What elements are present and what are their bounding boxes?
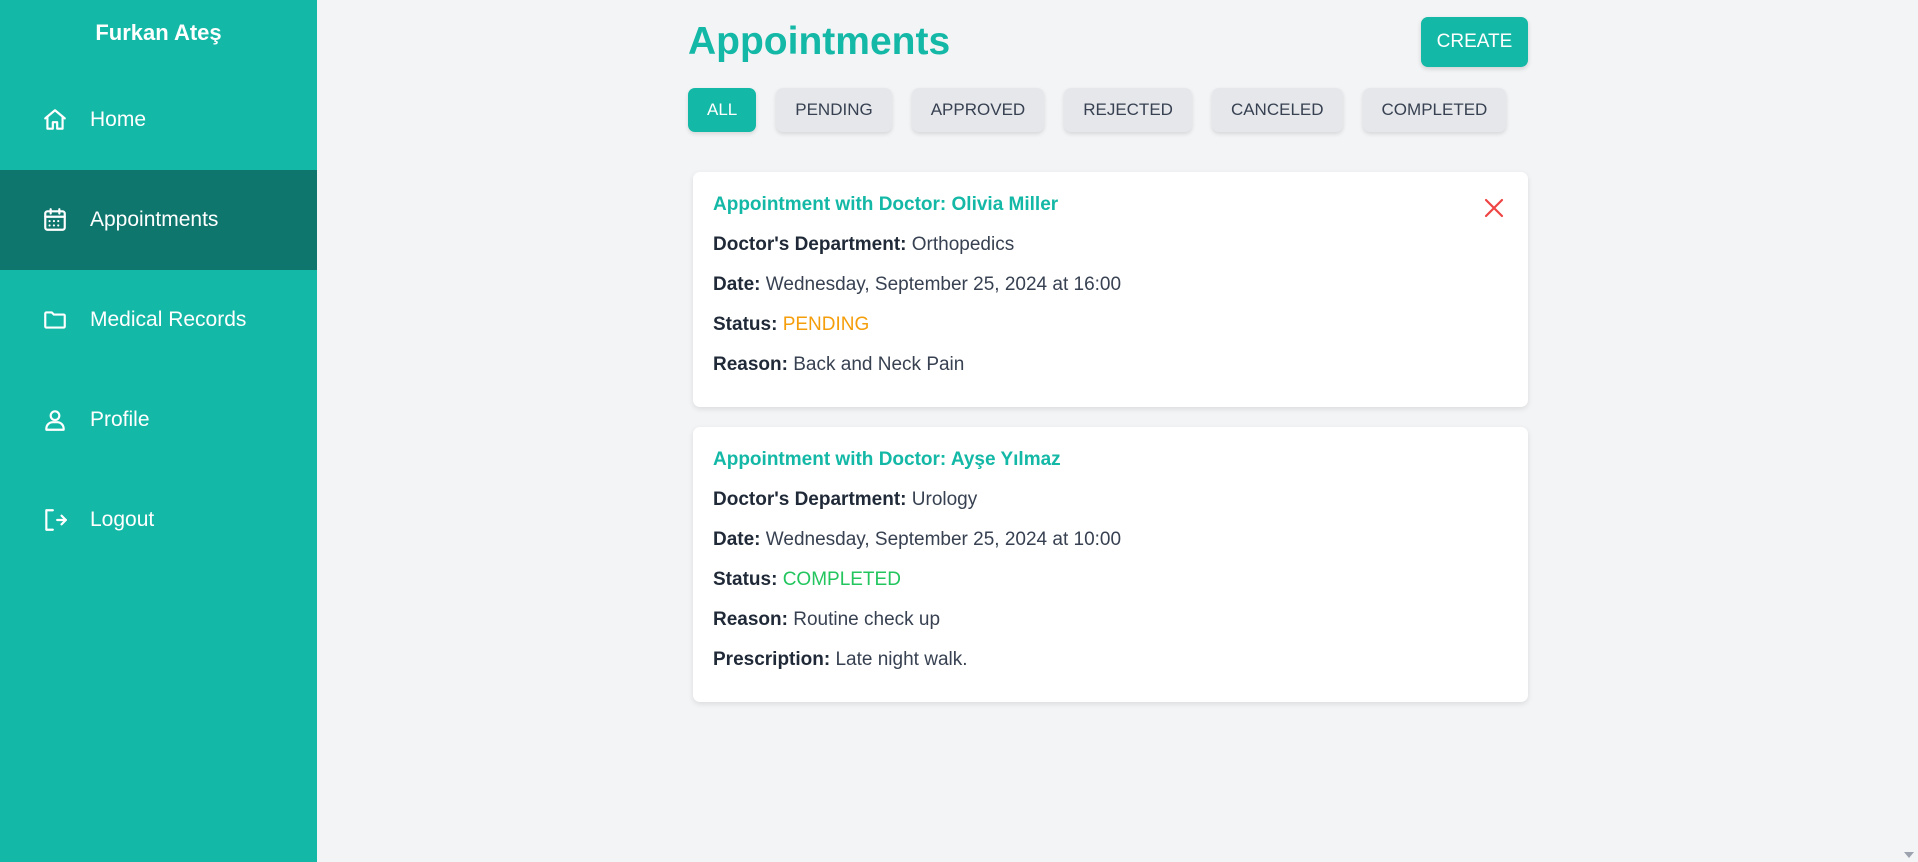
department-row: Doctor's Department: Urology	[713, 488, 1508, 511]
folder-icon	[42, 307, 68, 333]
department-label: Doctor's Department:	[713, 234, 907, 255]
appointment-title: Appointment with Doctor: Olivia Miller	[713, 194, 1059, 215]
status-label: Status:	[713, 314, 778, 335]
main-content: Appointments CREATE ALL PENDING APPROVED…	[688, 0, 1528, 722]
date-label: Date:	[713, 274, 761, 295]
user-name: Furkan Ateş	[95, 20, 222, 45]
appointment-card: Appointment with Doctor: Olivia Miller D…	[693, 172, 1528, 407]
prescription-row: Prescription: Late night walk.	[713, 648, 1508, 671]
appointment-list: Appointment with Doctor: Olivia Miller D…	[688, 172, 1528, 702]
status-badge: PENDING	[782, 314, 870, 335]
sidebar-item-medical-records[interactable]: Medical Records	[0, 270, 317, 370]
sidebar-item-label: Home	[90, 108, 147, 131]
status-row: Status: COMPLETED	[713, 568, 1508, 591]
logout-icon	[42, 507, 68, 533]
status-row: Status: PENDING	[713, 313, 1508, 336]
appointment-title: Appointment with Doctor: Ayşe Yılmaz	[713, 449, 1061, 470]
department-row: Doctor's Department: Orthopedics	[713, 233, 1508, 256]
reason-value: Routine check up	[793, 609, 941, 630]
reason-row: Reason: Routine check up	[713, 608, 1508, 631]
close-icon	[1484, 198, 1504, 218]
filter-approved[interactable]: APPROVED	[911, 88, 1045, 132]
cancel-appointment-button[interactable]	[1482, 196, 1506, 220]
status-label: Status:	[713, 569, 778, 590]
reason-value: Back and Neck Pain	[793, 354, 965, 375]
filter-rejected[interactable]: REJECTED	[1064, 88, 1192, 132]
sidebar-item-logout[interactable]: Logout	[0, 470, 317, 570]
home-icon	[42, 107, 68, 133]
prescription-value: Late night walk.	[835, 649, 968, 670]
filter-canceled[interactable]: CANCELED	[1211, 88, 1343, 132]
date-value: Wednesday, September 25, 2024 at 16:00	[765, 274, 1122, 295]
date-row: Date: Wednesday, September 25, 2024 at 1…	[713, 528, 1508, 551]
page-title: Appointments	[688, 20, 951, 63]
calendar-icon	[42, 207, 68, 233]
date-label: Date:	[713, 529, 761, 550]
sidebar-item-home[interactable]: Home	[0, 70, 317, 170]
department-label: Doctor's Department:	[713, 489, 907, 510]
user-icon	[42, 407, 68, 433]
sidebar-item-appointments[interactable]: Appointments	[0, 170, 317, 270]
sidebar-item-label: Appointments	[90, 208, 219, 231]
appointment-card: Appointment with Doctor: Ayşe Yılmaz Doc…	[693, 427, 1528, 702]
filter-all[interactable]: ALL	[688, 88, 757, 132]
reason-label: Reason:	[713, 609, 788, 630]
sidebar-item-label: Profile	[90, 408, 150, 431]
page-header: Appointments CREATE	[688, 0, 1528, 88]
department-value: Urology	[911, 489, 978, 510]
sidebar-item-label: Logout	[90, 508, 155, 531]
status-filter-bar: ALL PENDING APPROVED REJECTED CANCELED C…	[688, 88, 1528, 132]
sidebar: Furkan Ateş Home Appointments Medical Re…	[0, 0, 317, 862]
scroll-down-arrow-icon[interactable]	[1904, 852, 1914, 858]
filter-pending[interactable]: PENDING	[776, 88, 892, 132]
filter-completed[interactable]: COMPLETED	[1362, 88, 1507, 132]
reason-row: Reason: Back and Neck Pain	[713, 353, 1508, 376]
reason-label: Reason:	[713, 354, 788, 375]
sidebar-item-label: Medical Records	[90, 308, 247, 331]
department-value: Orthopedics	[911, 234, 1015, 255]
prescription-label: Prescription:	[713, 649, 831, 670]
date-value: Wednesday, September 25, 2024 at 10:00	[765, 529, 1122, 550]
sidebar-item-profile[interactable]: Profile	[0, 370, 317, 470]
status-badge: COMPLETED	[782, 569, 901, 590]
create-button[interactable]: CREATE	[1421, 17, 1528, 67]
date-row: Date: Wednesday, September 25, 2024 at 1…	[713, 273, 1508, 296]
